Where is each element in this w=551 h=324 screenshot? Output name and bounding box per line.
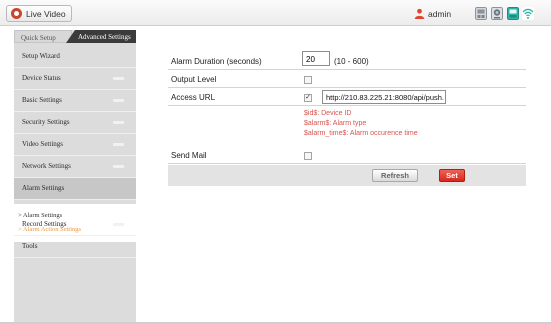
access-url-input[interactable]: http://210.83.225.21:8080/api/push. (322, 90, 446, 104)
row-access-url: Access URL ✓ http://210.83.225.21:8080/a… (168, 89, 526, 106)
sidebar-item-label: Alarm Settings (22, 184, 65, 192)
sidebar-tabs: Quick Setup Advanced Settings (14, 30, 136, 43)
send-mail-label: Send Mail (171, 151, 207, 160)
record-icon[interactable] (475, 7, 487, 20)
sidebar-item-device-status[interactable]: Device Status (14, 68, 136, 90)
sidebar-item-label: Tools (22, 242, 38, 250)
sidebar-item-label: Security Settings (22, 118, 70, 126)
expand-icon[interactable] (113, 223, 124, 226)
sidebar-item-label: Video Settings (22, 140, 63, 148)
sidebar-item-video-settings[interactable]: Video Settings (14, 134, 136, 156)
sidebar-item-tools[interactable]: Tools (14, 236, 136, 258)
expand-icon[interactable] (113, 99, 124, 102)
live-video-label: Live Video (26, 8, 66, 19)
live-video-icon (11, 8, 22, 19)
access-url-label: Access URL (171, 93, 216, 102)
live-video-button[interactable]: Live Video (6, 5, 72, 22)
alarm-duration-range: (10 - 600) (334, 57, 369, 66)
top-bar: Live Video admin (0, 0, 551, 26)
sidebar-item-label: Device Status (22, 74, 61, 82)
row-send-mail: Send Mail (168, 147, 526, 164)
tab-advanced-settings[interactable]: Advanced Settings (66, 30, 136, 43)
user-name: admin (428, 9, 452, 19)
sidebar-item-label: Basic Settings (22, 96, 62, 104)
sidebar-item-label: Network Settings (22, 162, 71, 170)
hint-alarm-time: $alarm_time$: Alarm occurence time (304, 130, 418, 137)
expand-icon[interactable] (113, 77, 124, 80)
row-alarm-duration: Alarm Duration (seconds) (10 - 600) (168, 51, 526, 70)
storage-icon[interactable] (507, 7, 519, 20)
expand-icon[interactable] (113, 143, 124, 146)
set-button[interactable]: Set (439, 169, 465, 182)
expand-icon[interactable] (113, 165, 124, 168)
sidebar-item-label: Record Settings (22, 220, 67, 228)
row-output-level: Output Level (168, 71, 526, 88)
button-bar: Refresh Set (168, 165, 526, 186)
tab-quick-setup[interactable]: Quick Setup (14, 30, 72, 43)
hint-alarm-type: $alarm$: Alarm type (304, 120, 367, 127)
sidebar-item-record-settings[interactable]: Record Settings (14, 214, 136, 236)
access-url-checkbox[interactable]: ✓ (304, 94, 312, 102)
alarm-duration-label: Alarm Duration (seconds) (171, 57, 262, 66)
wifi-icon[interactable] (522, 7, 534, 20)
alarm-duration-input[interactable] (302, 51, 330, 66)
hint-device-id: $id$: Device ID (304, 110, 352, 117)
sidebar-item-label: Setup Wizard (22, 52, 60, 60)
sidebar-item-security-settings[interactable]: Security Settings (14, 112, 136, 134)
sidebar-item-basic-settings[interactable]: Basic Settings (14, 90, 136, 112)
snapshot-icon[interactable] (491, 7, 503, 20)
user-icon (414, 8, 425, 19)
output-level-label: Output Level (171, 75, 217, 84)
send-mail-checkbox[interactable] (304, 152, 312, 160)
sidebar-item-setup-wizard[interactable]: Setup Wizard (14, 46, 136, 68)
sidebar: Quick Setup Advanced Settings Setup Wiza… (14, 30, 136, 324)
output-level-checkbox[interactable] (304, 76, 312, 84)
sidebar-item-network-settings[interactable]: Network Settings (14, 156, 136, 178)
sidebar-item-alarm-settings[interactable]: Alarm Settings (14, 178, 136, 200)
expand-icon[interactable] (113, 121, 124, 124)
refresh-button[interactable]: Refresh (372, 169, 418, 182)
